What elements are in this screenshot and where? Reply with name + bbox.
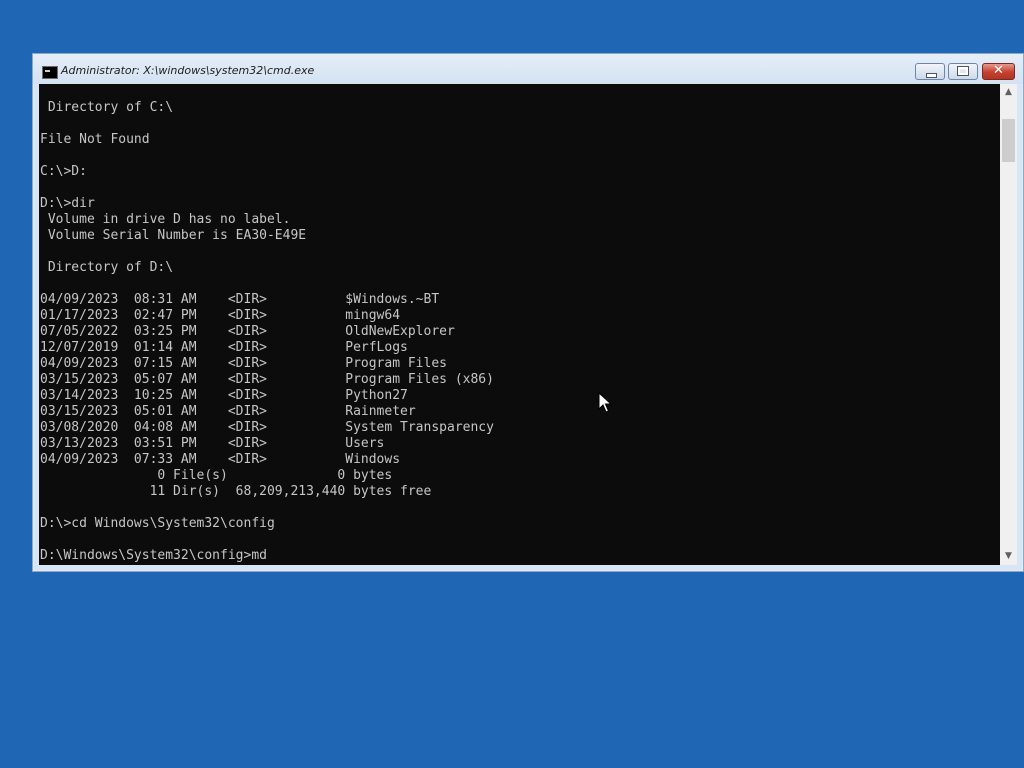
console-line: 04/09/2023 07:33 AM <DIR> Windows: [40, 452, 401, 467]
console-line: D:\Windows\System32\config>md: [40, 548, 267, 563]
console-line: Directory of C:\: [40, 100, 174, 115]
console-line: 0 File(s) 0 bytes: [40, 468, 393, 483]
cmd-window: Administrator: X:\windows\system32\cmd.e…: [32, 53, 1024, 572]
console-line: Volume in drive D has no label.: [40, 212, 291, 227]
scroll-down-arrow-icon[interactable]: ▼: [1000, 548, 1017, 565]
console-line: 03/15/2023 05:01 AM <DIR> Rainmeter: [40, 404, 416, 419]
console-line: 07/05/2022 03:25 PM <DIR> OldNewExplorer: [40, 324, 455, 339]
vertical-scrollbar[interactable]: ▲ ▼: [1000, 84, 1017, 565]
mouse-cursor-icon: [598, 392, 612, 413]
console-line: 12/07/2019 01:14 AM <DIR> PerfLogs: [40, 340, 408, 355]
close-icon: ✕: [993, 63, 1004, 78]
console-lines: Directory of C:\ File Not Found C:\>D: D:\>…: [40, 100, 494, 564]
minimize-icon: [926, 73, 937, 78]
console-line: 03/08/2020 04:08 AM <DIR> System Transpa…: [40, 420, 494, 435]
console-icon: [42, 66, 58, 79]
console-line: 04/09/2023 07:15 AM <DIR> Program Files: [40, 356, 447, 371]
console-output[interactable]: Directory of C:\ File Not Found C:\>D: D:\>…: [39, 84, 1000, 565]
console-line: 03/14/2023 10:25 AM <DIR> Python27: [40, 388, 408, 403]
maximize-icon: [957, 66, 969, 76]
window-title: Administrator: X:\windows\system32\cmd.e…: [61, 64, 315, 77]
title-bar[interactable]: Administrator: X:\windows\system32\cmd.e…: [33, 54, 1023, 84]
console-line: 03/15/2023 05:07 AM <DIR> Program Files …: [40, 372, 494, 387]
console-line: D:\>dir: [40, 196, 95, 211]
console-line: 01/17/2023 02:47 PM <DIR> mingw64: [40, 308, 401, 323]
console-line: Volume Serial Number is EA30-E49E: [40, 228, 307, 243]
scroll-up-arrow-icon[interactable]: ▲: [1000, 84, 1017, 101]
minimize-button[interactable]: [915, 63, 945, 80]
close-button[interactable]: ✕: [982, 63, 1015, 80]
scrollbar-thumb[interactable]: [1002, 119, 1015, 162]
maximize-button[interactable]: [948, 63, 978, 80]
console-line: 03/13/2023 03:51 PM <DIR> Users: [40, 436, 385, 451]
console-line: File Not Found: [40, 132, 150, 147]
console-line: D:\>cd Windows\System32\config: [40, 516, 275, 531]
console-line: C:\>D:: [40, 164, 87, 179]
console-line: 04/09/2023 08:31 AM <DIR> $Windows.~BT: [40, 292, 440, 307]
console-line: 11 Dir(s) 68,209,213,440 bytes free: [40, 484, 432, 499]
console-line: Directory of D:\: [40, 260, 174, 275]
